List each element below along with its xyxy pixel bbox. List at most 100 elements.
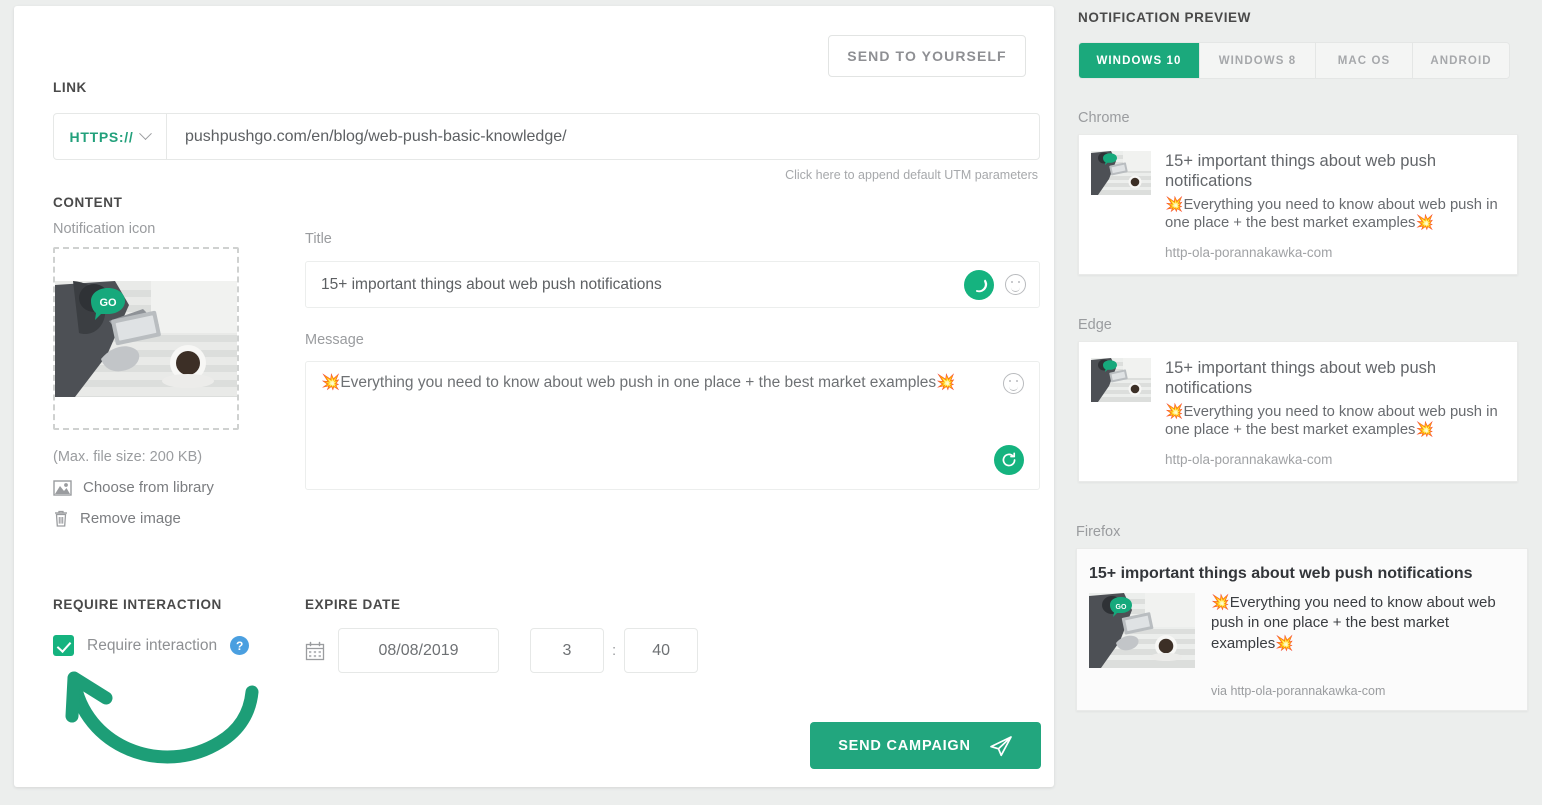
loading-arc-icon: [971, 279, 987, 293]
refresh-arrow-icon: [1002, 452, 1016, 467]
send-to-yourself-button[interactable]: SEND TO YOURSELF: [828, 35, 1026, 77]
message-text: 💥Everything you need to know about web p…: [321, 371, 984, 394]
photo-illustration: [1091, 358, 1151, 402]
trail-emoji: 💥: [1415, 215, 1434, 232]
protocol-value: HTTPS://: [69, 128, 134, 145]
message-body: Everything you need to know about web pu…: [340, 374, 937, 391]
title-input[interactable]: [306, 275, 964, 294]
link-section-heading: LINK: [53, 80, 87, 95]
protocol-select[interactable]: HTTPS://: [54, 114, 167, 159]
link-input-row: HTTPS://: [53, 113, 1040, 160]
preview-heading: NOTIFICATION PREVIEW: [1078, 10, 1251, 25]
chrome-card-url: http-ola-porannakawka-com: [1165, 244, 1333, 260]
send-to-yourself-label: SEND TO YOURSELF: [847, 48, 1007, 64]
image-dropzone[interactable]: GO: [53, 247, 239, 430]
firefox-card-message: 💥Everything you need to know about web p…: [1211, 593, 1509, 668]
app-root: SEND TO YOURSELF LINK HTTPS:// Click her…: [0, 0, 1542, 805]
url-input[interactable]: [167, 114, 1039, 159]
send-campaign-button[interactable]: SEND CAMPAIGN: [810, 722, 1041, 769]
firefox-thumbnail: GO: [1089, 593, 1195, 668]
firefox-browser-label: Firefox: [1076, 524, 1121, 540]
photo-illustration: GO: [55, 280, 237, 397]
chevron-down-icon: [139, 127, 153, 141]
svg-text:GO: GO: [1116, 604, 1127, 611]
title-field-label: Title: [305, 231, 332, 247]
edge-notification-card[interactable]: 15+ important things about web push noti…: [1078, 341, 1518, 482]
firefox-notification-card[interactable]: 15+ important things about web push noti…: [1076, 548, 1528, 711]
notification-icon-column: Notification icon GO (Max. file size: 20…: [53, 221, 273, 527]
edge-preview-group: Edge 15+ important things about web push…: [1062, 317, 1542, 482]
svg-text:GO: GO: [99, 297, 117, 309]
paper-plane-icon: [989, 735, 1012, 756]
tab-android[interactable]: ANDROID: [1413, 43, 1509, 78]
firefox-card-title: 15+ important things about web push noti…: [1089, 565, 1473, 582]
chrome-browser-label: Chrome: [1078, 110, 1130, 126]
calendar-icon: [305, 641, 325, 660]
trash-icon: [55, 510, 67, 527]
utm-parameters-link[interactable]: Click here to append default UTM paramet…: [785, 168, 1038, 182]
require-interaction-checkbox[interactable]: [53, 635, 74, 656]
choose-from-library-label: Choose from library: [83, 479, 214, 496]
emoji-picker-icon[interactable]: [1005, 274, 1026, 295]
message-refresh-icon[interactable]: [994, 445, 1024, 475]
require-interaction-row: Require interaction ?: [53, 635, 250, 656]
chrome-message-body: Everything you need to know about web pu…: [1165, 196, 1498, 232]
tab-windows-8[interactable]: WINDOWS 8: [1200, 43, 1316, 78]
expire-minute-input[interactable]: [624, 628, 699, 673]
trail-emoji: 💥: [1275, 634, 1294, 652]
chrome-thumbnail: [1091, 151, 1151, 195]
firefox-card-inner: GO 💥Everything you need to know about we…: [1089, 593, 1509, 668]
message-field-wrapper[interactable]: 💥Everything you need to know about web p…: [305, 361, 1040, 490]
expire-hour-input[interactable]: [530, 628, 604, 673]
edge-message-body: Everything you need to know about web pu…: [1165, 403, 1498, 439]
expire-date-row: :: [305, 628, 699, 673]
spinner-icon[interactable]: [964, 269, 994, 300]
annotation-arrow-icon: [65, 671, 259, 764]
chrome-card-title: 15+ important things about web push noti…: [1165, 152, 1437, 191]
message-field-label: Message: [305, 332, 364, 348]
firefox-message-body: Everything you need to know about web pu…: [1211, 594, 1496, 652]
lead-emoji: 💥: [1165, 403, 1184, 420]
content-section-heading: CONTENT: [53, 195, 123, 210]
trail-emoji: 💥: [1415, 422, 1434, 439]
notification-image-preview: GO: [55, 280, 237, 397]
edge-browser-label: Edge: [1078, 317, 1112, 333]
remove-image-button[interactable]: Remove image: [53, 510, 273, 527]
firefox-card-url: via http-ola-porannakawka-com: [1211, 684, 1386, 698]
time-separator: :: [612, 642, 617, 659]
photo-illustration: GO: [1089, 593, 1195, 668]
message-lead-emoji: 💥: [321, 374, 341, 391]
max-file-size-label: (Max. file size: 200 KB): [53, 449, 203, 465]
expire-date-heading: EXPIRE DATE: [305, 597, 401, 612]
chrome-preview-group: Chrome 15+ important things about web pu…: [1062, 110, 1542, 275]
notification-preview-panel: NOTIFICATION PREVIEW WINDOWS 10 WINDOWS …: [1062, 0, 1542, 805]
message-trail-emoji: 💥: [936, 374, 956, 391]
image-icon: [53, 479, 72, 496]
chrome-notification-card[interactable]: 15+ important things about web push noti…: [1078, 134, 1518, 275]
notification-icon-label: Notification icon: [53, 221, 156, 237]
expire-date-input[interactable]: [338, 628, 499, 673]
tab-windows-10[interactable]: WINDOWS 10: [1079, 43, 1200, 78]
chrome-card-body: 15+ important things about web push noti…: [1165, 151, 1499, 260]
send-campaign-label: SEND CAMPAIGN: [838, 737, 971, 754]
edge-card-title: 15+ important things about web push noti…: [1165, 359, 1437, 398]
require-interaction-heading: REQUIRE INTERACTION: [53, 597, 222, 612]
platform-tabs: WINDOWS 10 WINDOWS 8 MAC OS ANDROID: [1078, 42, 1510, 79]
edge-card-message: 💥Everything you need to know about web p…: [1165, 403, 1499, 440]
help-icon[interactable]: ?: [230, 636, 250, 655]
require-interaction-label: Require interaction: [87, 636, 218, 654]
campaign-form-card: SEND TO YOURSELF LINK HTTPS:// Click her…: [14, 6, 1054, 787]
title-field-wrapper: [305, 261, 1040, 308]
firefox-preview-group: Firefox 15+ important things about web p…: [1062, 524, 1542, 711]
message-emoji-picker-icon[interactable]: [1003, 373, 1024, 394]
edge-thumbnail: [1091, 358, 1151, 402]
tab-mac-os[interactable]: MAC OS: [1316, 43, 1413, 78]
chrome-card-message: 💥Everything you need to know about web p…: [1165, 196, 1499, 233]
edge-card-body: 15+ important things about web push noti…: [1165, 358, 1499, 467]
edge-card-url: http-ola-porannakawka-com: [1165, 451, 1333, 467]
photo-illustration: [1091, 151, 1151, 195]
lead-emoji: 💥: [1165, 196, 1184, 213]
lead-emoji: 💥: [1211, 594, 1230, 611]
choose-from-library-button[interactable]: Choose from library: [53, 479, 273, 496]
remove-image-label: Remove image: [80, 510, 181, 527]
